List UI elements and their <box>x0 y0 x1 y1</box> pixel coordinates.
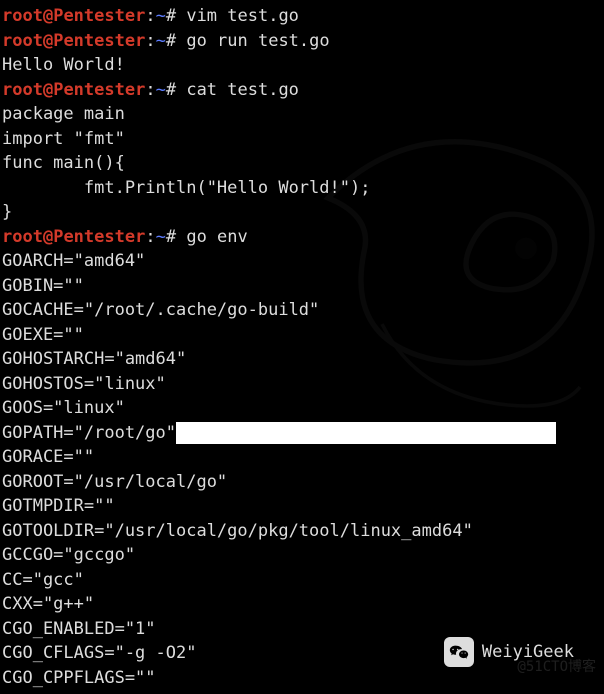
code-line: func main(){ <box>2 151 602 176</box>
env-line: GOEXE="" <box>2 323 602 348</box>
env-line: GOCACHE="/root/.cache/go-build" <box>2 298 602 323</box>
watermark-ghost: @51CTO博客 <box>517 655 596 680</box>
env-line: GOTOOLDIR="/usr/local/go/pkg/tool/linux_… <box>2 519 602 544</box>
env-line: GCCGO="gccgo" <box>2 543 602 568</box>
env-line: GOHOSTARCH="amd64" <box>2 347 602 372</box>
gopath-highlighted-line: GOPATH="/root/go" <box>2 421 602 446</box>
env-line: GOBIN="" <box>2 274 602 299</box>
selection-highlight <box>176 422 556 444</box>
prompt-line: root@Pentester:~# cat test.go <box>2 78 602 103</box>
code-line: } <box>2 200 602 225</box>
code-line: fmt.Println("Hello World!"); <box>2 176 602 201</box>
code-line: import "fmt" <box>2 127 602 152</box>
env-line: CXX="g++" <box>2 592 602 617</box>
output-line: Hello World! <box>2 53 602 78</box>
env-line: CC="gcc" <box>2 568 602 593</box>
code-line: package main <box>2 102 602 127</box>
env-line: GOTMPDIR="" <box>2 494 602 519</box>
env-line: GORACE="" <box>2 445 602 470</box>
env-line: GOOS="linux" <box>2 396 602 421</box>
user-host: root <box>2 6 43 26</box>
env-line: GOROOT="/usr/local/go" <box>2 470 602 495</box>
prompt-line: root@Pentester:~# go run test.go <box>2 29 602 54</box>
env-line: GOHOSTOS="linux" <box>2 372 602 397</box>
wechat-icon <box>444 637 474 667</box>
prompt-line: root@Pentester:~# go env <box>2 225 602 250</box>
terminal-output[interactable]: root@Pentester:~# vim test.go root@Pente… <box>0 0 604 694</box>
env-line: GOARCH="amd64" <box>2 249 602 274</box>
prompt-line: root@Pentester:~# vim test.go <box>2 4 602 29</box>
env-line: CGO_CPPFLAGS="" <box>2 666 602 691</box>
